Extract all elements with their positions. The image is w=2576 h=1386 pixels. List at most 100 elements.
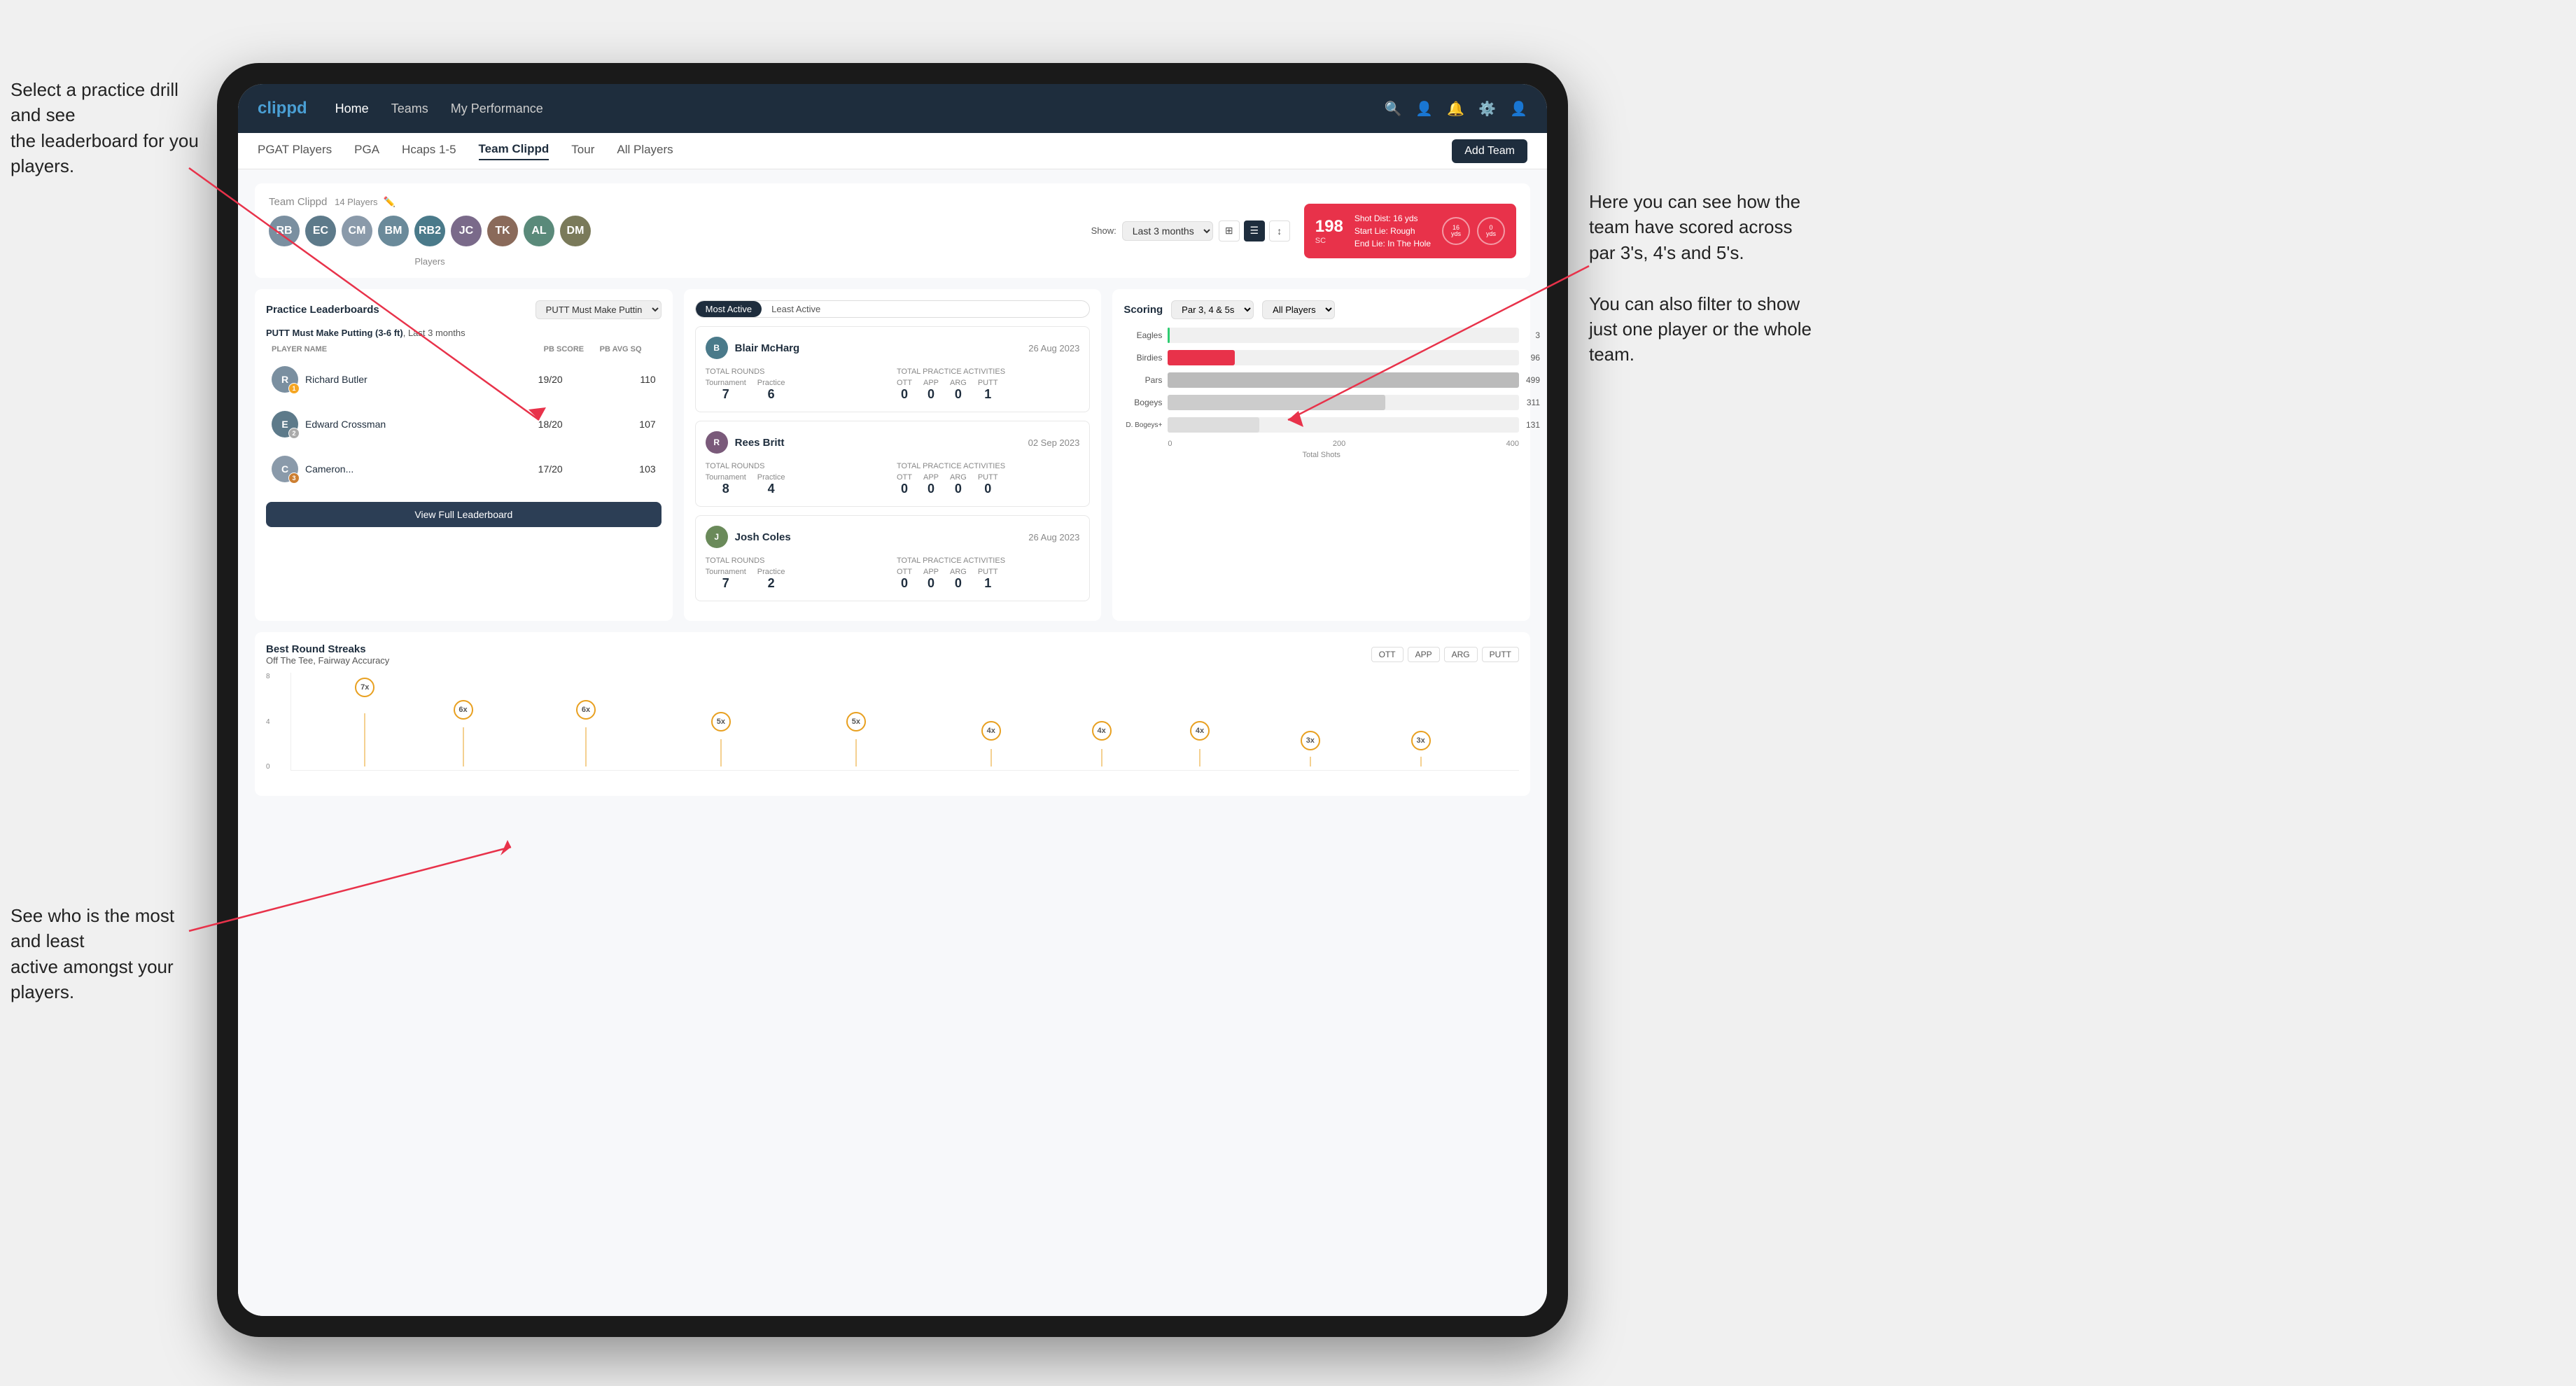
chart-val-eagles: 3 [1535, 330, 1540, 340]
subnav-all-players[interactable]: All Players [617, 143, 673, 160]
list-view-btn[interactable]: ☰ [1244, 220, 1265, 241]
bell-icon[interactable]: 🔔 [1447, 100, 1464, 118]
putt-2: PUTT 0 [978, 473, 998, 496]
putt-3: PUTT 1 [978, 568, 998, 591]
subnav-right: Add Team [1452, 139, 1527, 163]
subnav-pga[interactable]: PGA [354, 143, 379, 160]
lb-name-2: Edward Crossman [305, 419, 386, 430]
ipad-screen: clippd Home Teams My Performance 🔍 👤 🔔 ⚙… [238, 84, 1547, 1316]
shot-details: Shot Dist: 16 yds Start Lie: Rough End L… [1354, 212, 1431, 250]
activity-player-3: J Josh Coles 26 Aug 2023 Total Rounds To… [695, 515, 1091, 601]
avatar-4: BM [378, 216, 409, 246]
team-avatars: RB EC CM BM RB2 JC TK AL DM [269, 216, 591, 246]
chart-bar-fill-dbogeys [1168, 417, 1259, 433]
scoring-players-filter[interactable]: All Players [1262, 300, 1335, 319]
view-full-leaderboard-button[interactable]: View Full Leaderboard [266, 502, 662, 527]
chart-x-axis: 0 200 400 [1168, 440, 1519, 448]
rounds-tournament-2: Tournament 8 [706, 473, 746, 496]
subnav-pgat[interactable]: PGAT Players [258, 143, 332, 160]
lb-badge-1: 1 [288, 383, 300, 394]
arg-1: ARG 0 [950, 379, 967, 402]
search-icon[interactable]: 🔍 [1384, 100, 1401, 118]
chart-bar-bg-eagles: 3 [1168, 328, 1519, 343]
view-icons: ⊞ ☰ ↕ [1219, 220, 1290, 241]
show-select[interactable]: Last 3 months [1122, 221, 1213, 241]
team-header-right: Show: Last 3 months ⊞ ☰ ↕ 198 [1091, 204, 1516, 258]
shot-circles: 16 yds 0 yds [1442, 217, 1505, 245]
x-title: Total Shots [1124, 451, 1519, 459]
arg-filter-btn[interactable]: ARG [1444, 647, 1478, 662]
add-team-button[interactable]: Add Team [1452, 139, 1527, 163]
lb-badge-3: 3 [288, 472, 300, 484]
activity-stats-2: Total Rounds Tournament 8 Practice 4 [706, 462, 1080, 496]
nav-performance[interactable]: My Performance [451, 102, 543, 116]
chart-bar-bg-pars: 499 [1168, 372, 1519, 388]
scoring-par-filter[interactable]: Par 3, 4 & 5s [1171, 300, 1254, 319]
arg-2: ARG 0 [950, 473, 967, 496]
streak-dot-6: 4x [981, 721, 1001, 741]
lb-row-2: E 2 Edward Crossman 18/20 107 [266, 404, 662, 444]
chart-bar-fill-pars [1168, 372, 1519, 388]
tab-most-active[interactable]: Most Active [696, 301, 762, 317]
edit-icon[interactable]: ✏️ [384, 196, 396, 208]
practice-stat-row-3: OTT 0 APP 0 ARG 0 [897, 568, 1079, 591]
lb-card-header: Practice Leaderboards PUTT Must Make Put… [266, 300, 662, 319]
chart-row-eagles: Eagles 3 [1124, 328, 1519, 343]
ott-filter-btn[interactable]: OTT [1371, 647, 1404, 662]
rounds-practice-3: Practice 2 [757, 568, 785, 591]
settings-icon[interactable]: ⚙️ [1478, 100, 1496, 118]
chart-val-birdies: 96 [1531, 353, 1540, 363]
show-control: Show: Last 3 months ⊞ ☰ ↕ [1091, 220, 1290, 241]
subnav-team-clippd[interactable]: Team Clippd [479, 142, 550, 160]
app-filter-btn[interactable]: APP [1408, 647, 1440, 662]
activity-stats-3: Total Rounds Tournament 7 Practice 2 [706, 556, 1080, 591]
activity-name-3: Josh Coles [735, 531, 791, 543]
streak-dot-3: 6x [576, 700, 596, 720]
subnav-tour[interactable]: Tour [571, 143, 594, 160]
shot-start-lie: Start Lie: Rough [1354, 225, 1431, 237]
rounds-tournament-3: Tournament 7 [706, 568, 746, 591]
streaks-subtitle: Off The Tee, Fairway Accuracy [266, 655, 389, 666]
chart-bar-bg-bogeys: 311 [1168, 395, 1519, 410]
avatar-6: JC [451, 216, 482, 246]
activity-name-1: Blair McHarg [735, 342, 800, 354]
activity-player-1-info: B Blair McHarg [706, 337, 800, 359]
profile-icon[interactable]: 👤 [1510, 100, 1527, 118]
lb-avg-3: 103 [600, 463, 656, 475]
activity-name-2: Rees Britt [735, 437, 785, 449]
scoring-title: Scoring [1124, 304, 1163, 316]
activity-card: Most Active Least Active B Blair McHarg … [684, 289, 1102, 621]
lb-avatar-1: R 1 [272, 366, 298, 393]
shot-circle-1: 16 yds [1442, 217, 1470, 245]
putt-filter-btn[interactable]: PUTT [1482, 647, 1519, 662]
rounds-practice-1: Practice 6 [757, 379, 785, 402]
nav-teams[interactable]: Teams [391, 102, 428, 116]
rounds-tournament-1: Tournament 7 [706, 379, 746, 402]
lb-avg-1: 110 [600, 374, 656, 385]
shot-number-block: 198 SC [1315, 217, 1343, 245]
subnav-hcaps[interactable]: Hcaps 1-5 [402, 143, 456, 160]
team-info: Team Clippd 14 Players ✏️ RB EC CM BM RB… [269, 195, 591, 267]
shot-card: 198 SC Shot Dist: 16 yds Start Lie: Roug… [1304, 204, 1516, 258]
nav-home[interactable]: Home [335, 102, 369, 116]
chart-bar-bg-dbogeys: 131 [1168, 417, 1519, 433]
streak-line-3 [585, 727, 586, 766]
lb-row-1: R 1 Richard Butler 19/20 110 [266, 359, 662, 400]
chart-bar-fill-bogeys [1168, 395, 1385, 410]
avatar-8: AL [524, 216, 554, 246]
tab-least-active[interactable]: Least Active [762, 301, 830, 317]
streak-line-7 [1101, 749, 1102, 766]
person-icon[interactable]: 👤 [1415, 100, 1433, 118]
putt-1: PUTT 1 [978, 379, 998, 402]
streak-dot-2: 6x [454, 700, 473, 720]
lb-avg-2: 107 [600, 419, 656, 430]
grid-view-btn[interactable]: ⊞ [1219, 220, 1240, 241]
drill-select[interactable]: PUTT Must Make Putting... [536, 300, 662, 319]
rounds-stat-row-2: Tournament 8 Practice 4 [706, 473, 888, 496]
annotation-right-top: Here you can see how theteam have scored… [1589, 189, 1812, 368]
lb-col-player: PLAYER NAME [272, 345, 544, 354]
streak-dot-8: 4x [1190, 721, 1210, 741]
chart-view-btn[interactable]: ↕ [1269, 220, 1290, 241]
lb-player-3: C 3 Cameron... [272, 456, 533, 482]
streaks-chart-area: 8 4 0 7x 6x 6x 5x 5x [266, 673, 1519, 785]
